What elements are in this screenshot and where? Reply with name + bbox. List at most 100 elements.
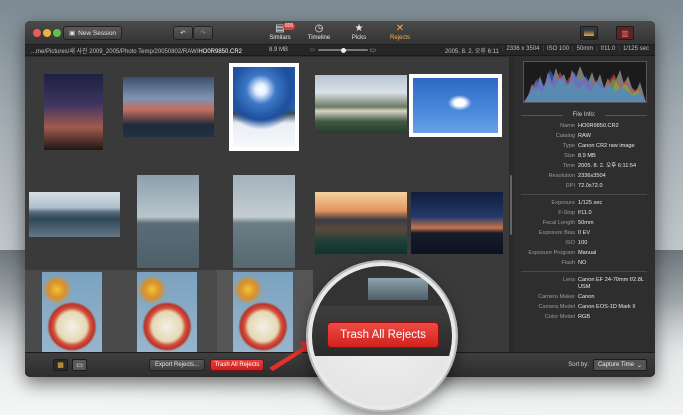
- info-value: Canon CR2 raw image: [578, 143, 635, 149]
- tab-similars[interactable]: ▤ 805 Similars: [261, 23, 299, 44]
- redo-arrow-icon: ↷: [200, 30, 206, 37]
- file-path-folder: ...me/Pictures/새 사진 2009_2005/Photo Temp…: [31, 48, 199, 55]
- info-value: Canon: [578, 294, 595, 300]
- minimize-window-button[interactable]: [43, 29, 51, 37]
- close-window-button[interactable]: [33, 29, 41, 37]
- magnifier-callout: Trash All Rejects: [308, 262, 456, 410]
- info-key: Time: [562, 163, 575, 169]
- single-view-button[interactable]: ▭: [72, 359, 87, 371]
- meta-fstop: f/11.0: [600, 45, 616, 52]
- file-path-name: HO0R9850.CR2: [198, 48, 243, 55]
- tab-rejects-label: Rejects: [389, 35, 410, 41]
- photo-meta: 2005. 8. 2. 오후 6:11 | 2336 x 3504 | ISO 10…: [445, 46, 649, 55]
- info-key: Name: [560, 123, 575, 129]
- magnified-trash-all-rejects-button[interactable]: Trash All Rejects: [327, 322, 439, 348]
- info-value: 72.0x72.0: [578, 183, 603, 189]
- info-key: Color Model: [544, 314, 575, 320]
- info-row: F-Stop f/11.0: [513, 210, 655, 217]
- info-row: Focal Length 50mm: [513, 220, 655, 227]
- meta-date: 2005. 8. 2. 오후 6:11: [444, 48, 499, 55]
- star-icon: ★: [354, 23, 364, 34]
- meta-shutter: 1/125 sec: [622, 45, 649, 52]
- new-session-label: New Session: [78, 29, 117, 37]
- redo-button[interactable]: ↷: [193, 26, 213, 40]
- sep: |: [501, 45, 504, 52]
- photo-thumbnail[interactable]: [137, 272, 197, 352]
- tab-similars-label: Similars: [269, 35, 291, 41]
- grid-view-button[interactable]: ▦: [53, 359, 68, 371]
- photo-thumbnail[interactable]: [315, 192, 407, 254]
- single-photo-icon: ▭: [76, 362, 83, 369]
- info-row: Name HO0R9850.CR2: [513, 123, 655, 130]
- trash-all-rejects-button[interactable]: Trash All Rejects: [210, 359, 264, 371]
- info-key: ISO: [565, 240, 575, 246]
- delete-mode-button[interactable]: ▥: [616, 26, 634, 40]
- info-bar: ...me/Pictures/새 사진 2009_2005/Photo Temp…: [25, 45, 655, 56]
- trash-icon: ▥: [621, 28, 629, 38]
- photo-thumbnail[interactable]: [411, 192, 503, 254]
- info-key: F-Stop: [558, 210, 575, 216]
- sort-control: Sort by: Capture Time ⌄: [568, 359, 647, 371]
- info-row: Camera Model Canon EOS-1D Mark II: [513, 304, 655, 311]
- photo-thumbnail[interactable]: [123, 77, 214, 137]
- histogram-graph: [524, 66, 646, 102]
- sep: |: [572, 45, 574, 52]
- export-rejects-button[interactable]: Export Rejects...: [149, 359, 205, 371]
- info-row: Color Model RGB: [513, 314, 655, 321]
- file-size: 8.9 MB: [269, 47, 289, 53]
- photo-thumbnail[interactable]: [409, 74, 502, 137]
- photo-thumbnail[interactable]: [315, 75, 407, 133]
- info-value: 8.9 MB: [578, 153, 596, 159]
- info-row: Time 2005. 8. 2. 오후 6:11:54: [513, 163, 655, 170]
- preview-mode-button[interactable]: [580, 26, 598, 40]
- info-key: DPI: [565, 183, 575, 189]
- magnifier-thumbnail: [368, 278, 428, 300]
- sort-label: Sort by:: [568, 362, 589, 368]
- info-row: Catalog RAW: [513, 133, 655, 140]
- info-key: Catalog: [555, 133, 575, 139]
- photo-thumbnail[interactable]: [42, 272, 102, 352]
- zoom-window-button[interactable]: [53, 29, 61, 37]
- file-info-rows: Name HO0R9850.CR2 Catalog RAW Type Canon CR…: [513, 123, 655, 324]
- tab-rejects[interactable]: ✕ Rejects: [381, 23, 419, 44]
- photo-thumbnail[interactable]: [29, 192, 120, 237]
- info-row: Resolution 2336x3504: [513, 173, 655, 180]
- info-value: 100: [578, 240, 588, 246]
- sep: |: [596, 45, 598, 52]
- info-key: Lens: [562, 277, 575, 283]
- undo-arrow-icon: ↶: [180, 30, 186, 37]
- info-key: Camera Maker: [538, 294, 575, 300]
- info-row: Exposure Bias 0 EV: [513, 230, 655, 237]
- info-key: Flash: [561, 260, 575, 266]
- slider-knob[interactable]: [340, 47, 346, 53]
- photo-thumbnail[interactable]: [137, 175, 199, 268]
- info-value: 1/125 sec: [578, 200, 603, 206]
- meta-focal: 50mm: [576, 45, 594, 52]
- sep: |: [618, 45, 620, 52]
- sort-select[interactable]: Capture Time ⌄: [592, 359, 647, 371]
- photo-thumbnail-selected[interactable]: [229, 63, 299, 151]
- undo-button[interactable]: ↶: [173, 26, 193, 40]
- info-value: 2005. 8. 2. 오후 6:11:54: [578, 163, 637, 169]
- divider: [521, 271, 647, 272]
- info-key: Focal Length: [542, 220, 575, 226]
- file-info-panel: File Info: Name HO0R9850.CR2 Catalog RAW T…: [513, 57, 655, 352]
- photo-thumbnail[interactable]: [44, 74, 103, 150]
- info-key: Type: [562, 143, 575, 149]
- tab-picks[interactable]: ★ Picks: [340, 23, 378, 44]
- divider: [521, 194, 647, 195]
- info-row: Exposure 1/125 sec: [513, 200, 655, 207]
- x-icon: ✕: [395, 23, 405, 34]
- new-session-button[interactable]: ▣ New Session: [63, 26, 122, 40]
- chevron-down-icon: ⌄: [636, 362, 642, 369]
- thumbnail-size-slider[interactable]: ▭ ▭: [310, 45, 376, 56]
- info-row: Type Canon CR2 raw image: [513, 143, 655, 150]
- info-value: Canon EOS-1D Mark II: [578, 304, 636, 310]
- histogram: [523, 61, 647, 103]
- magnifier-content: Trash All Rejects: [312, 266, 452, 406]
- tab-timeline[interactable]: ◷ Timeline: [300, 23, 338, 44]
- photo-thumbnail[interactable]: [233, 175, 295, 268]
- info-row: Exposure Program Manual: [513, 250, 655, 257]
- info-row: DPI 72.0x72.0: [513, 183, 655, 190]
- tab-picks-label: Picks: [351, 35, 367, 41]
